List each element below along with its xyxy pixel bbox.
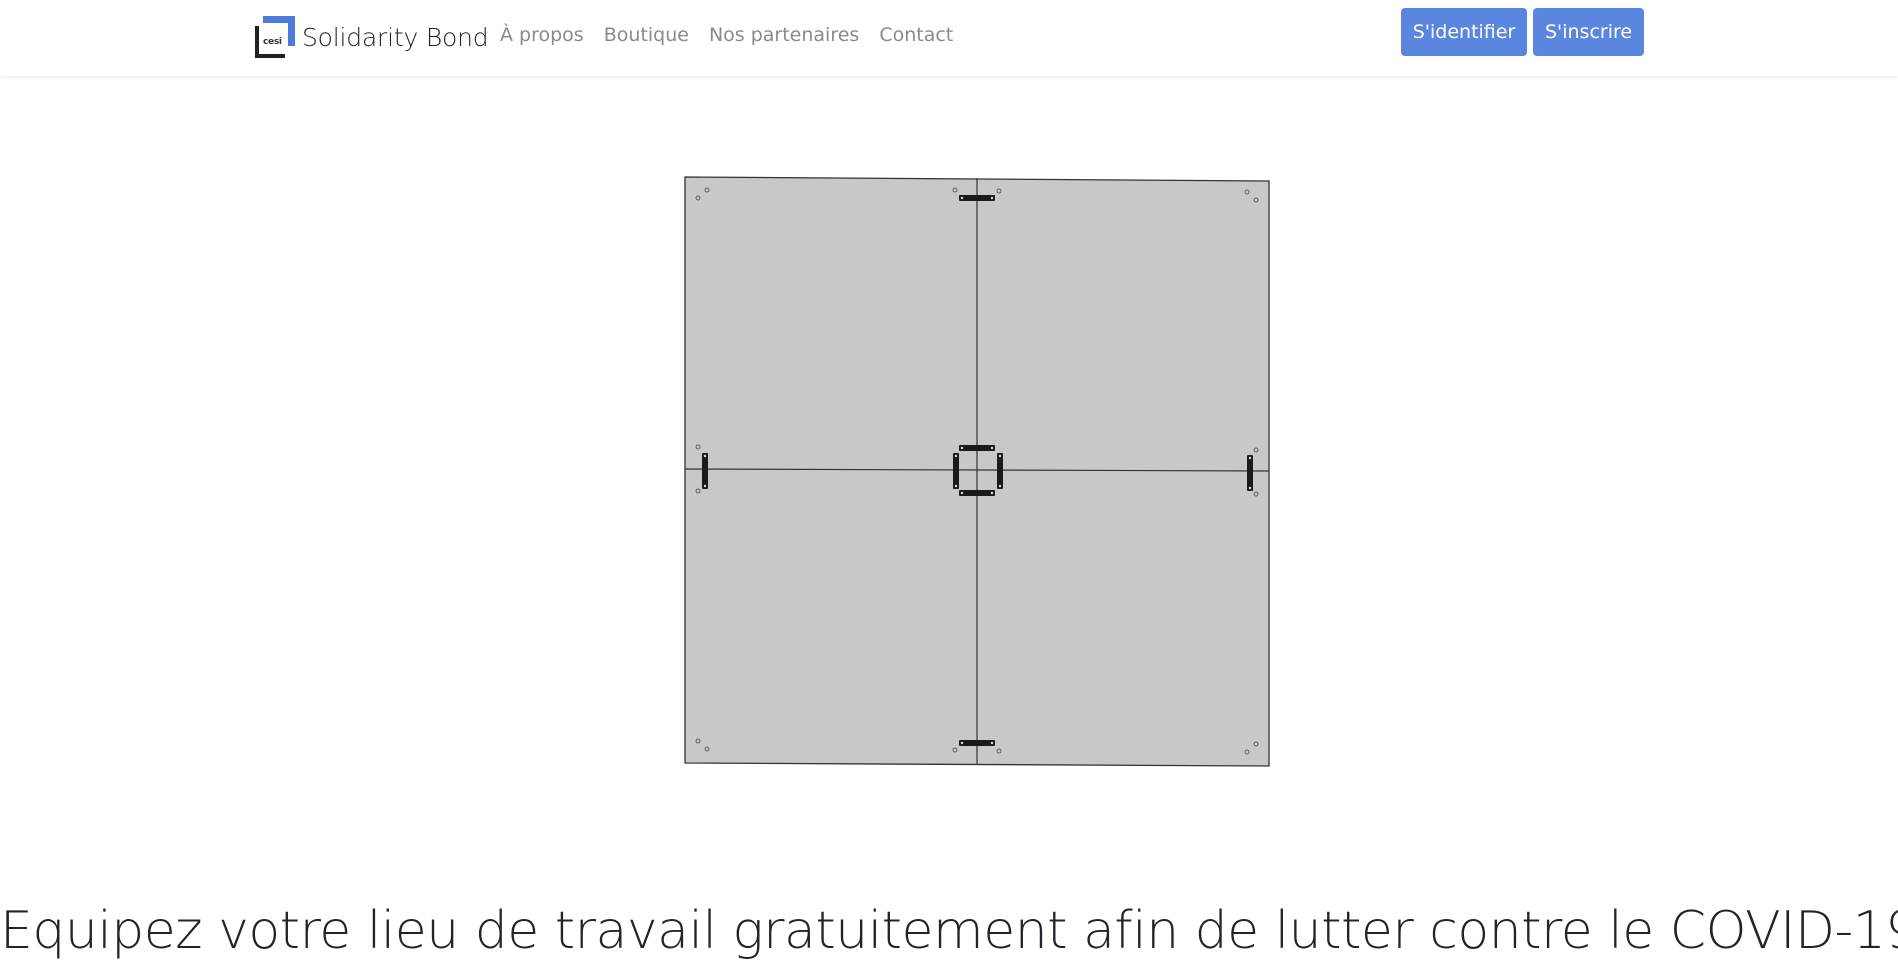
nav-link-boutique[interactable]: Boutique [604,24,689,46]
page-headline: Equipez votre lieu de travail gratuiteme… [0,900,1898,961]
logo-text: cesi [263,37,282,47]
brand-home-link[interactable]: cesi Solidarity Bond [255,16,489,58]
auth-actions: S'identifier S'inscrire [1401,8,1644,56]
main-nav: À propos Boutique Nos partenaires Contac… [500,24,953,46]
login-button[interactable]: S'identifier [1401,8,1527,56]
top-navbar: cesi Solidarity Bond À propos Boutique N… [0,0,1898,76]
nav-link-partenaires[interactable]: Nos partenaires [709,24,859,46]
brand-name: Solidarity Bond [302,22,489,52]
signup-button[interactable]: S'inscrire [1533,8,1644,56]
cesi-logo: cesi [255,16,295,58]
nav-link-a-propos[interactable]: À propos [500,24,584,46]
partition-panel-drawing [684,176,1270,767]
nav-link-contact[interactable]: Contact [879,24,953,46]
product-image [683,175,1271,768]
